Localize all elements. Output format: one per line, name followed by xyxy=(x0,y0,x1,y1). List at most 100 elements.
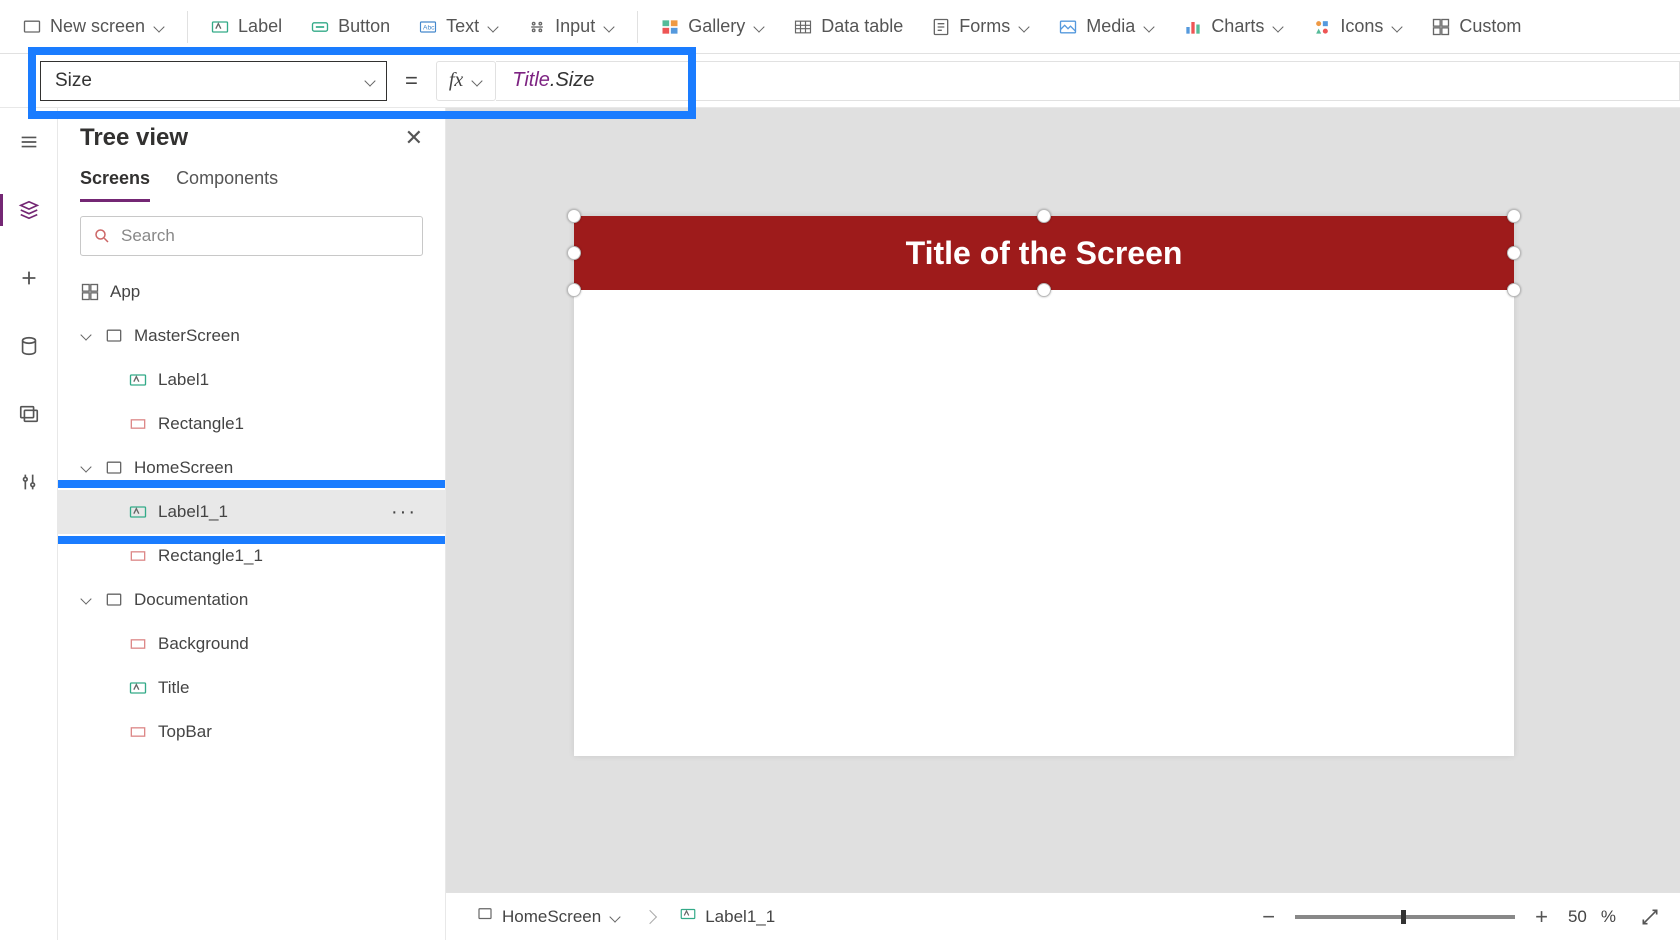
input-button[interactable]: Input xyxy=(515,10,627,43)
custom-button[interactable]: Custom xyxy=(1419,10,1533,43)
resize-handle[interactable] xyxy=(1037,209,1051,223)
tree-header: Tree view ✕ xyxy=(58,108,445,160)
tree-node-title[interactable]: Title xyxy=(58,666,445,710)
input-icon xyxy=(527,17,547,37)
zoom-thumb[interactable] xyxy=(1401,910,1406,924)
rail-data[interactable] xyxy=(9,326,49,366)
forms-icon xyxy=(931,17,951,37)
chevron-down-icon xyxy=(609,911,621,923)
property-selector[interactable]: Size xyxy=(40,61,387,101)
tree-node-background[interactable]: Background xyxy=(58,622,445,666)
screen-icon xyxy=(104,326,124,346)
resize-handle[interactable] xyxy=(1507,209,1521,223)
breadcrumb-screen[interactable]: HomeScreen xyxy=(466,901,631,932)
chevron-down-icon xyxy=(1143,21,1155,33)
tree-node-app[interactable]: App xyxy=(58,270,445,314)
tree-node-label1[interactable]: Label1 xyxy=(58,358,445,402)
tree-node-documentation[interactable]: Documentation xyxy=(58,578,445,622)
screen-icon xyxy=(22,17,42,37)
chevron-down-icon xyxy=(1391,21,1403,33)
close-icon[interactable]: ✕ xyxy=(405,125,423,151)
zoom-pct: % xyxy=(1601,907,1616,927)
zoom-in-button[interactable]: + xyxy=(1529,904,1554,930)
icons-button[interactable]: Icons xyxy=(1300,10,1415,43)
rail-tree-view[interactable] xyxy=(9,190,49,230)
breadcrumb-separator-icon xyxy=(643,909,657,923)
canvas[interactable]: Title of the Screen HomeScreen xyxy=(446,108,1680,940)
new-screen-button[interactable]: New screen xyxy=(10,10,177,43)
tree-node-homescreen[interactable]: HomeScreen xyxy=(58,446,445,490)
formula-bar: Size = fx Title.Size xyxy=(0,54,1680,108)
button-icon xyxy=(310,17,330,37)
resize-handle[interactable] xyxy=(567,283,581,297)
zoom-slider[interactable] xyxy=(1295,915,1515,919)
more-icon[interactable]: ··· xyxy=(391,501,417,524)
ribbon-custom-label: Custom xyxy=(1459,16,1521,37)
tree-label: Rectangle1_1 xyxy=(158,546,263,566)
ribbon-media-label: Media xyxy=(1086,16,1135,37)
rail-media[interactable] xyxy=(9,394,49,434)
media-button[interactable]: Media xyxy=(1046,10,1167,43)
rail-hamburger[interactable] xyxy=(9,122,49,162)
expand-icon[interactable] xyxy=(80,329,94,343)
tab-screens[interactable]: Screens xyxy=(80,168,150,202)
screen-icon xyxy=(476,905,494,928)
rail-insert[interactable] xyxy=(9,258,49,298)
ribbon-gallery-label: Gallery xyxy=(688,16,745,37)
formula-input[interactable]: Title.Size xyxy=(496,61,1680,101)
resize-handle[interactable] xyxy=(1507,283,1521,297)
ribbon-icons-label: Icons xyxy=(1340,16,1383,37)
chevron-down-icon xyxy=(603,21,615,33)
formula-token-prop: Size xyxy=(555,69,594,92)
zoom-controls: − + 50 % xyxy=(1256,904,1660,930)
custom-icon xyxy=(1431,17,1451,37)
charts-button[interactable]: Charts xyxy=(1171,10,1296,43)
chevron-down-icon xyxy=(753,21,765,33)
tree-node-masterscreen[interactable]: MasterScreen xyxy=(58,314,445,358)
icons-icon xyxy=(1312,17,1332,37)
expand-icon[interactable] xyxy=(80,461,94,475)
title-text: Title of the Screen xyxy=(906,235,1183,272)
tree-label: MasterScreen xyxy=(134,326,240,346)
tree-label: App xyxy=(110,282,140,302)
datatable-button[interactable]: Data table xyxy=(781,10,915,43)
media-icon xyxy=(1058,17,1078,37)
tree-node-label1-1[interactable]: Label1_1 ··· xyxy=(58,490,445,534)
text-button[interactable]: Abc Text xyxy=(406,10,511,43)
expand-icon[interactable] xyxy=(80,593,94,607)
resize-handle[interactable] xyxy=(567,246,581,260)
new-screen-label: New screen xyxy=(50,16,145,37)
tab-components[interactable]: Components xyxy=(176,168,278,202)
gallery-button[interactable]: Gallery xyxy=(648,10,777,43)
resize-handle[interactable] xyxy=(567,209,581,223)
ribbon-separator xyxy=(637,11,638,43)
title-label-control[interactable]: Title of the Screen xyxy=(574,216,1514,290)
tree-label: Background xyxy=(158,634,249,654)
button-button[interactable]: Button xyxy=(298,10,402,43)
zoom-out-button[interactable]: − xyxy=(1256,904,1281,930)
breadcrumb-control[interactable]: Label1_1 xyxy=(669,901,785,932)
fit-screen-icon[interactable] xyxy=(1640,907,1660,927)
resize-handle[interactable] xyxy=(1507,246,1521,260)
chevron-down-icon xyxy=(364,75,376,87)
search-input[interactable]: Search xyxy=(80,216,423,256)
tree-node-rectangle1[interactable]: Rectangle1 xyxy=(58,402,445,446)
property-value: Size xyxy=(55,70,92,92)
fx-button[interactable]: fx xyxy=(436,61,496,101)
screen-icon xyxy=(104,458,124,478)
resize-handle[interactable] xyxy=(1037,283,1051,297)
left-rail xyxy=(0,108,58,940)
tree-label: HomeScreen xyxy=(134,458,233,478)
main-area: Tree view ✕ Screens Components Search Ap… xyxy=(0,108,1680,940)
tree-label: Label1_1 xyxy=(158,502,228,522)
rail-advanced[interactable] xyxy=(9,462,49,502)
label-button[interactable]: Label xyxy=(198,10,294,43)
artboard-homescreen[interactable]: Title of the Screen xyxy=(574,216,1514,756)
forms-button[interactable]: Forms xyxy=(919,10,1042,43)
ribbon-input-label: Input xyxy=(555,16,595,37)
tree-node-topbar[interactable]: TopBar xyxy=(58,710,445,754)
ribbon-label-label: Label xyxy=(238,16,282,37)
tree-node-rectangle1-1[interactable]: Rectangle1_1 xyxy=(58,534,445,578)
breadcrumb-control-label: Label1_1 xyxy=(705,907,775,927)
ribbon-button-label: Button xyxy=(338,16,390,37)
